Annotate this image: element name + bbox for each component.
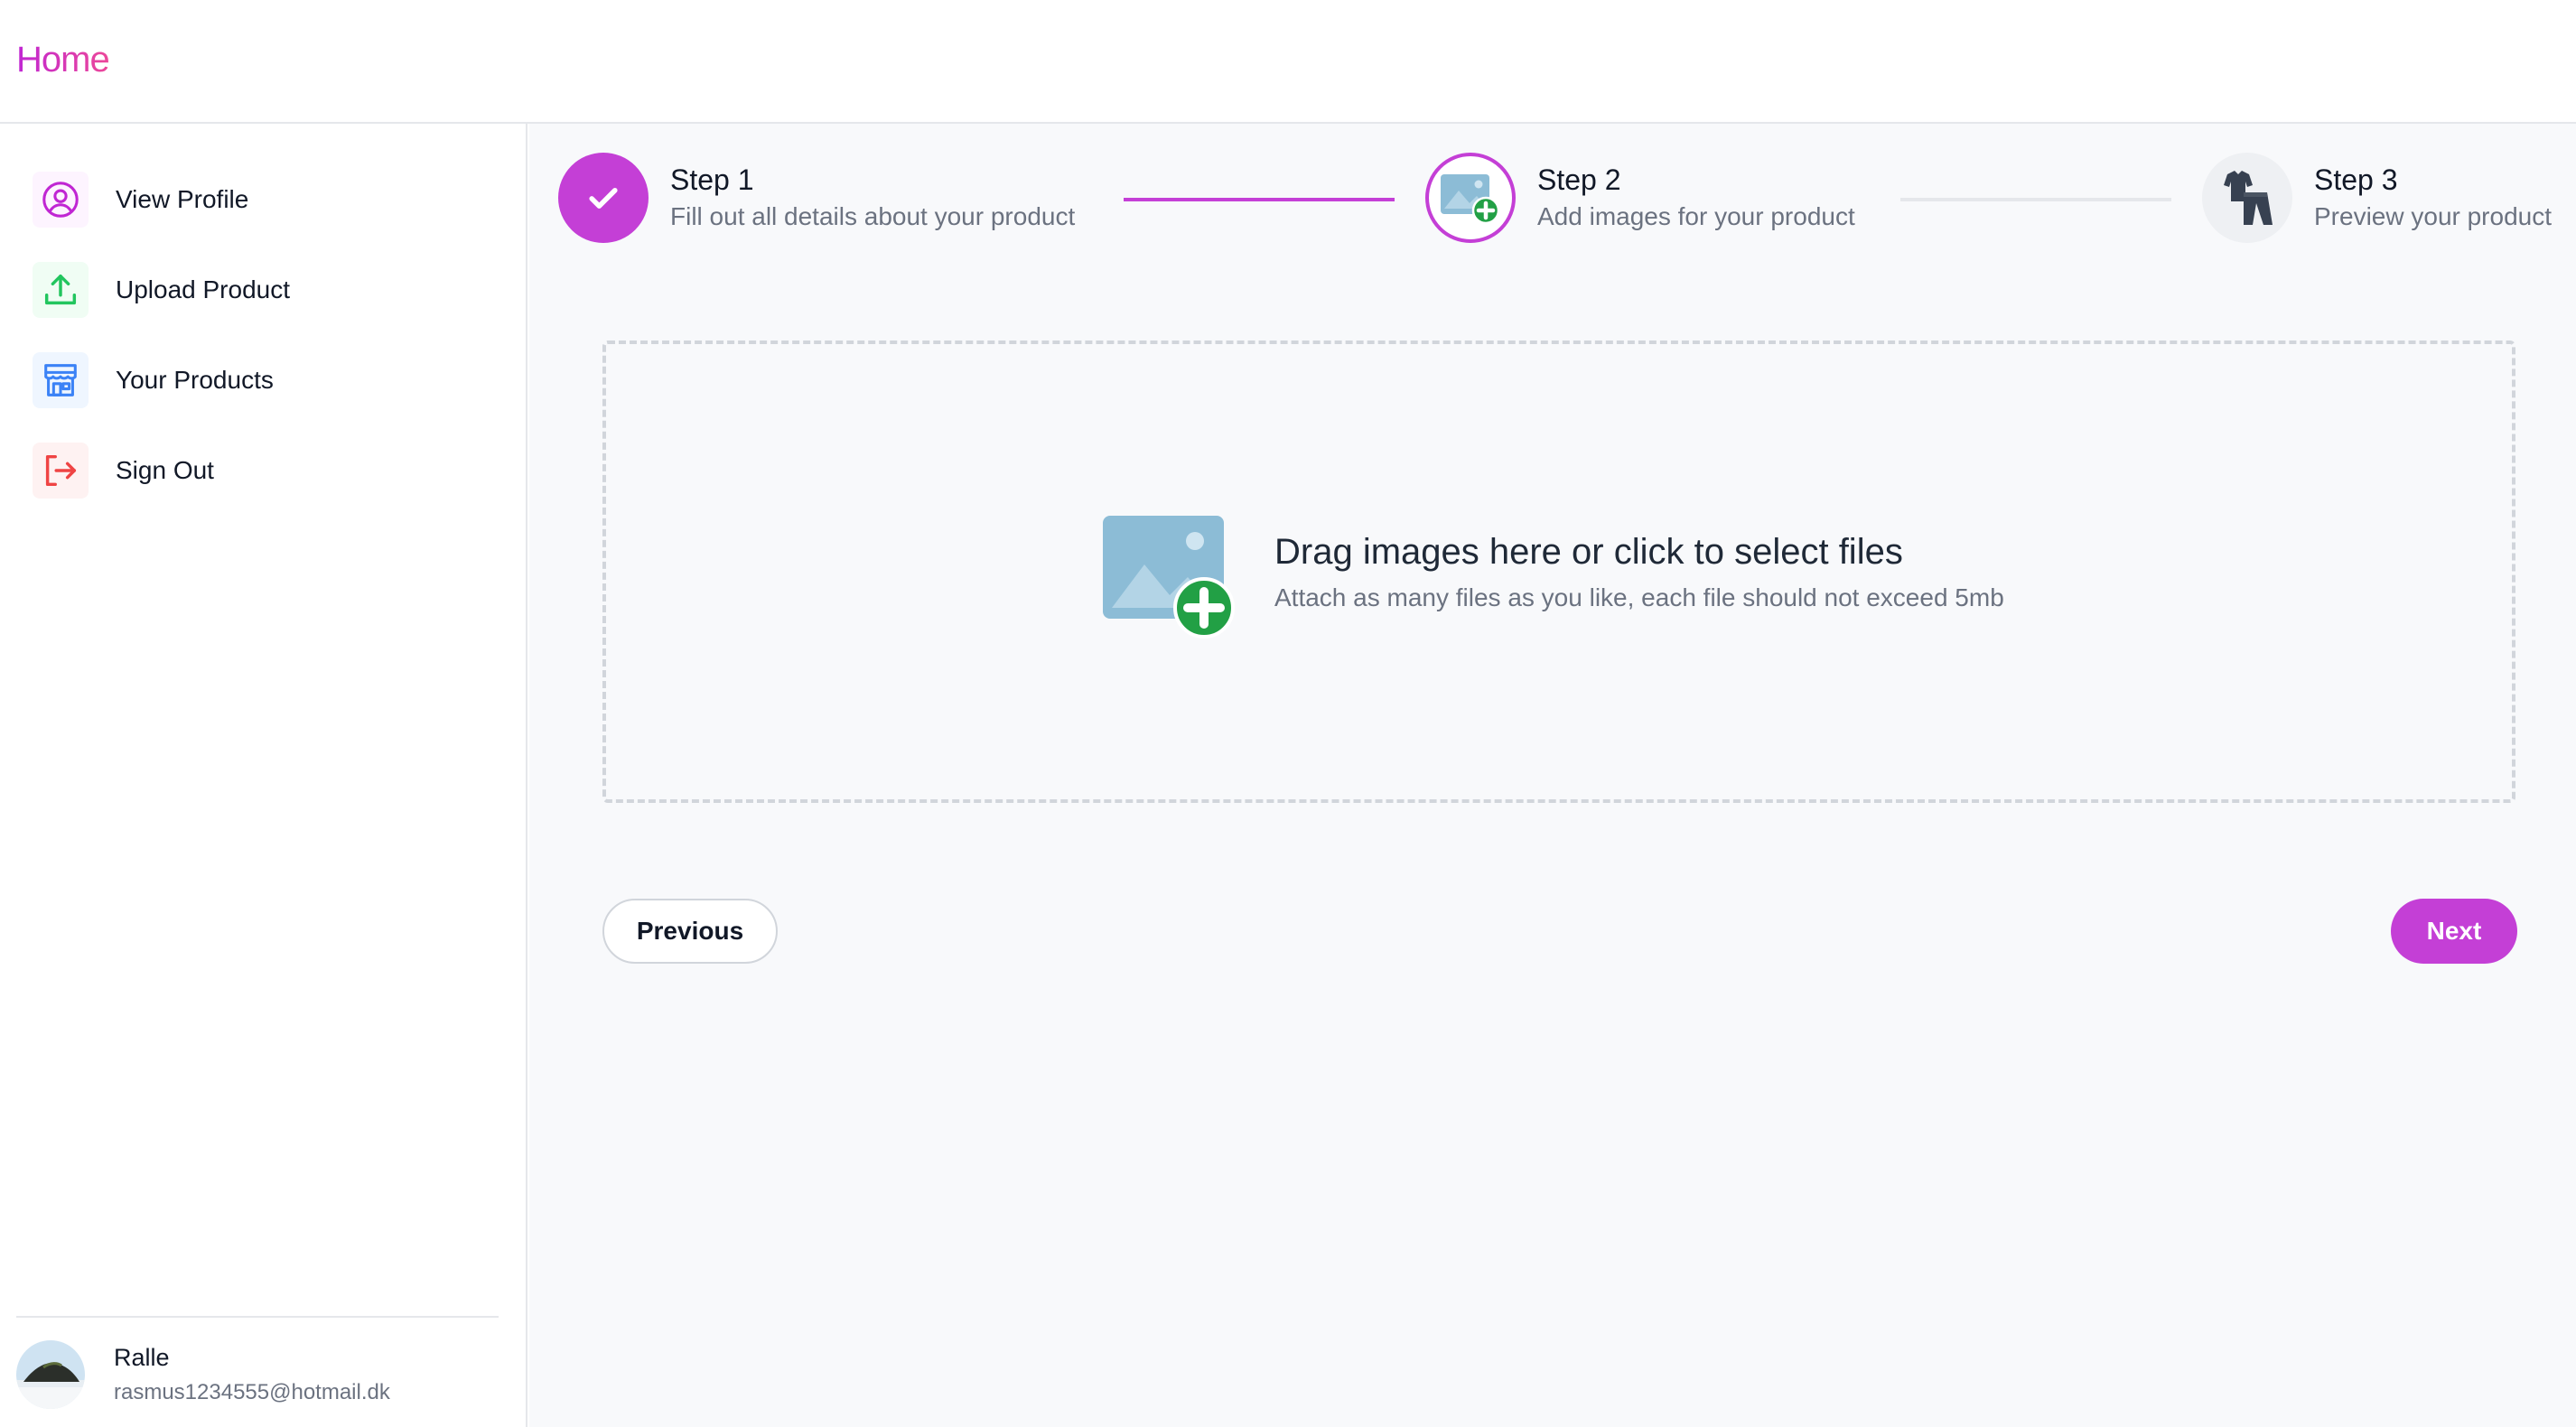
step-connector-complete [1124, 198, 1395, 201]
sidebar-item-label: Upload Product [116, 275, 291, 303]
avatar[interactable] [16, 1340, 85, 1409]
step-title: Step 3 [2314, 163, 2398, 196]
user-divider [16, 1316, 499, 1318]
step-title: Step 1 [670, 163, 754, 196]
sidebar-item-sign-out[interactable]: Sign Out [33, 442, 484, 499]
sidebar-item-view-profile[interactable]: View Profile [33, 171, 484, 229]
user-circle-icon [33, 172, 89, 228]
step-3[interactable]: Step 3 Preview your product [2202, 153, 2552, 243]
user-name: Ralle [114, 1344, 170, 1371]
home-link[interactable]: Home [16, 40, 110, 80]
sidebar: View Profile Upload Product Your Product… [0, 124, 527, 1427]
step-description: Add images for your product [1537, 202, 1855, 230]
dropzone-subtitle: Attach as many files as you like, each f… [1274, 583, 2004, 611]
sign-out-icon [33, 443, 89, 499]
add-image-icon [1101, 514, 1237, 640]
clothing-icon [2202, 153, 2292, 243]
sidebar-item-label: Sign Out [116, 456, 214, 484]
storefront-icon [33, 352, 89, 408]
sidebar-item-upload-product[interactable]: Upload Product [33, 261, 484, 319]
previous-button[interactable]: Previous [602, 899, 778, 964]
image-dropzone[interactable]: Drag images here or click to select file… [602, 340, 2515, 803]
upload-icon [33, 262, 89, 318]
user-email: rasmus1234555@hotmail.dk [114, 1380, 390, 1404]
step-description: Fill out all details about your product [670, 202, 1076, 230]
sidebar-item-your-products[interactable]: Your Products [33, 351, 484, 409]
step-title: Step 2 [1537, 163, 1621, 196]
step-description: Preview your product [2314, 202, 2553, 230]
next-button[interactable]: Next [2391, 899, 2517, 964]
step-connector-pending [1900, 198, 2171, 201]
step-2[interactable]: Step 2 Add images for your product [1425, 153, 1855, 243]
check-icon [558, 153, 649, 243]
dropzone-title: Drag images here or click to select file… [1274, 532, 1903, 572]
main-content: Step 1 Fill out all details about your p… [529, 124, 2576, 1427]
sidebar-item-label: Your Products [116, 366, 274, 394]
step-1[interactable]: Step 1 Fill out all details about your p… [558, 153, 1075, 243]
add-image-icon [1425, 153, 1516, 243]
top-bar: Home [0, 0, 2576, 124]
sidebar-item-label: View Profile [116, 185, 249, 213]
